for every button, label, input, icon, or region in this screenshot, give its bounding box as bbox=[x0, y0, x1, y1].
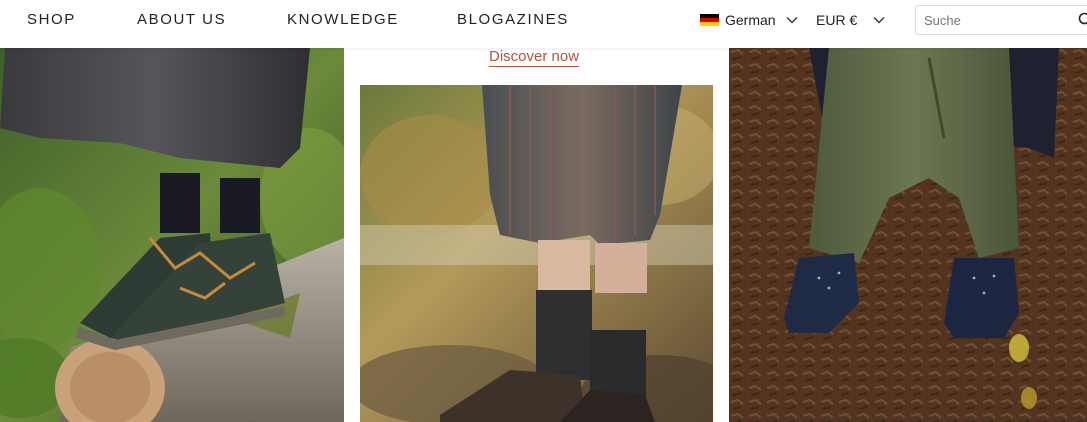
forest-boots-photo[interactable] bbox=[0, 48, 344, 422]
nav-item-shop[interactable]: SHOP bbox=[27, 11, 76, 28]
language-selector[interactable]: German bbox=[700, 12, 798, 28]
toddler-navy-shoes-photo[interactable] bbox=[729, 48, 1087, 422]
language-label: German bbox=[725, 12, 776, 28]
nav-item-about-us[interactable]: ABOUT US bbox=[137, 11, 226, 28]
discover-now-link[interactable]: Discover now bbox=[489, 48, 580, 67]
child-socks-shoes-photo[interactable] bbox=[360, 85, 713, 422]
nav-item-blogazines[interactable]: BLOGAZINES bbox=[457, 11, 569, 28]
chevron-down-icon bbox=[786, 17, 798, 24]
search-icon[interactable] bbox=[1078, 12, 1087, 28]
germany-flag-icon bbox=[700, 13, 719, 27]
currency-label: EUR € bbox=[816, 12, 858, 28]
site-header: SHOP ABOUT US KNOWLEDGE BLOGAZINES Germa… bbox=[0, 0, 1087, 48]
currency-selector[interactable]: EUR € bbox=[816, 12, 885, 28]
nav-item-knowledge[interactable]: KNOWLEDGE bbox=[287, 11, 399, 28]
chevron-down-icon bbox=[873, 17, 885, 24]
search-input[interactable] bbox=[916, 6, 1074, 34]
search-box bbox=[915, 5, 1087, 35]
